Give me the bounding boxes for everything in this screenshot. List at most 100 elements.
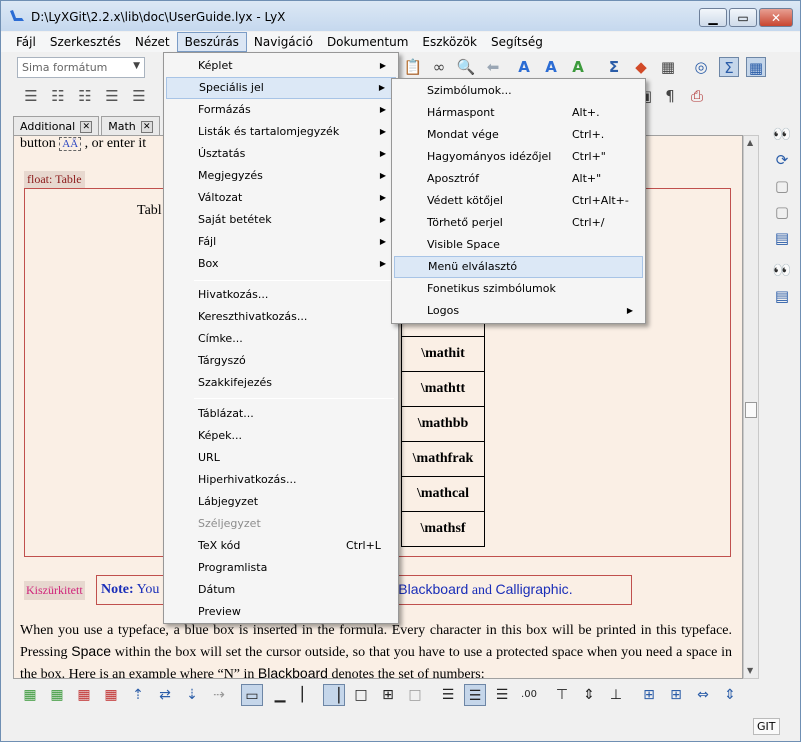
menu-item-preview[interactable]: Preview [166,601,396,623]
menu-help[interactable]: Segítség [484,32,550,52]
border-all-icon[interactable]: ⊞ [377,684,399,706]
menu-item-table[interactable]: Táblázat... [166,403,396,425]
menu-item-index[interactable]: Tárgyszó [166,350,396,372]
menu-item-glossary[interactable]: Szakkifejezés [166,372,396,394]
menu-item-menu-separator[interactable]: Menü elválasztó [394,256,643,278]
minimize-button[interactable]: ▁ [699,8,727,27]
shapes-icon[interactable]: ◆ [631,57,651,77]
menu-navigate[interactable]: Navigáció [247,32,320,52]
menu-item-breakable-slash[interactable]: Törhető perjel Ctrl+/ [394,212,643,234]
menu-item-file[interactable]: Fájl ▶ [166,231,396,253]
border-left-icon[interactable]: ▏ [296,684,318,706]
menu-item-citation[interactable]: Hivatkozás... [166,284,396,306]
greyedout-label[interactable]: Kiszürkitett [24,581,85,600]
menu-item-end-of-sentence[interactable]: Mondat vége Ctrl+. [394,124,643,146]
menu-item-custom-insets[interactable]: Saját betétek ▶ [166,209,396,231]
text-style-icon[interactable]: A [514,57,534,77]
border-none-icon[interactable]: □ [404,684,426,706]
search-icon[interactable]: 🔍 [456,57,476,77]
menu-item-date[interactable]: Dátum [166,579,396,601]
paragraph-icon[interactable]: ¶ [660,86,680,106]
align-right-icon[interactable]: ☰ [491,684,513,706]
refresh-icon[interactable]: ⟳ [771,151,793,171]
menu-item-label-item[interactable]: Címke... [166,328,396,350]
menu-item-ellipsis[interactable]: Hármaspont Alt+. [394,102,643,124]
border-outer-icon[interactable]: □ [350,684,372,706]
table-panel-icon[interactable]: ▦ [746,57,766,77]
move-swap-icon[interactable]: ⇄ [154,684,176,706]
menu-item-cross-reference[interactable]: Kereszthivatkozás... [166,306,396,328]
close-button[interactable]: ✕ [759,8,793,27]
add-row-icon[interactable]: ▦ [19,684,41,706]
menu-item-tex-code[interactable]: TeX kód Ctrl+L [166,535,396,557]
menu-item-protected-hyphen[interactable]: Védett kötőjel Ctrl+Alt+- [394,190,643,212]
pdf-icon[interactable]: ⎙ [687,86,707,106]
multicolumn-2-icon[interactable]: ⇕ [719,684,741,706]
text-style-2-icon[interactable]: A [541,57,561,77]
valign-bottom-icon[interactable]: ⊥ [605,684,627,706]
menu-item-lists-toc[interactable]: Listák és tartalomjegyzék ▶ [166,121,396,143]
menu-insert[interactable]: Beszúrás [176,32,247,52]
tab-additional[interactable]: Additional ✕ [13,116,100,136]
folder-2-icon[interactable]: ▢ [771,203,793,223]
document-2-icon[interactable]: ▤ [771,287,793,307]
align-center-icon[interactable]: ☰ [464,684,486,706]
menu-item-formula[interactable]: Képlet ▶ [166,55,396,77]
math-panel-icon[interactable]: Σ [719,57,739,77]
menu-item-branch[interactable]: Változat ▶ [166,187,396,209]
maximize-button[interactable]: ▭ [729,8,757,27]
delete-column-icon[interactable]: ▦ [100,684,122,706]
menu-item-hyperlink[interactable]: Hiperhivatkozás... [166,469,396,491]
move-up-icon[interactable]: ⇡ [127,684,149,706]
scroll-down-icon[interactable]: ▼ [747,666,753,675]
paste-icon[interactable]: 📋 [403,57,423,77]
menu-item-graphics[interactable]: Képek... [166,425,396,447]
description-list-icon[interactable]: ☰ [102,86,122,106]
add-column-icon[interactable]: ▦ [46,684,68,706]
numbered-list-icon[interactable]: ☷ [48,86,68,106]
menu-item-visible-space[interactable]: Visible Space [394,234,643,256]
table-icon[interactable]: ▦ [658,57,678,77]
text-style-3-icon[interactable]: A [568,57,588,77]
indent-icon[interactable]: ☰ [129,86,149,106]
menu-item-apostrophe[interactable]: Aposztróf Alt+" [394,168,643,190]
scroll-up-icon[interactable]: ▲ [747,138,753,147]
menu-view[interactable]: Nézet [128,32,177,52]
float-table-label[interactable]: float: Table [24,171,85,188]
menu-item-box[interactable]: Box ▶ [166,253,396,275]
delete-row-icon[interactable]: ▦ [73,684,95,706]
folder-icon[interactable]: ▢ [771,177,793,197]
menu-item-formatting[interactable]: Formázás ▶ [166,99,396,121]
menu-item-footnote[interactable]: Lábjegyzet [166,491,396,513]
multirow-icon[interactable]: ⊞ [638,684,660,706]
eyes-icon[interactable]: 👀 [771,125,793,145]
git-status-badge[interactable]: GIT [753,718,780,735]
menu-edit[interactable]: Szerkesztés [43,32,128,52]
multicolumn-icon[interactable]: ⇔ [692,684,714,706]
decimal-align-icon[interactable]: .00 [518,684,540,706]
layout-combo[interactable]: Sima formátum ▼ [17,57,145,78]
eyes-2-icon[interactable]: 👀 [771,261,793,281]
sum-icon[interactable]: Σ [604,57,624,77]
menu-file[interactable]: Fájl [9,32,43,52]
move-right-icon[interactable]: ⇢ [208,684,230,706]
close-icon[interactable]: ✕ [80,120,93,133]
document-icon[interactable]: ▤ [771,229,793,249]
compass-icon[interactable]: ◎ [691,57,711,77]
menu-item-phonetic-symbols[interactable]: Fonetikus szimbólumok [394,278,643,300]
border-top-icon[interactable]: ▭ [241,684,263,706]
align-left-icon[interactable]: ☰ [437,684,459,706]
menu-item-program-listing[interactable]: Programlista [166,557,396,579]
close-icon[interactable]: ✕ [140,120,153,133]
move-down-icon[interactable]: ⇣ [181,684,203,706]
menu-item-special-character[interactable]: Speciális jel ▶ [166,77,396,99]
menu-document[interactable]: Dokumentum [320,32,415,52]
menu-item-symbols[interactable]: Szimbólumok... [394,80,643,102]
multirow-2-icon[interactable]: ⊞ [665,684,687,706]
menu-item-url[interactable]: URL [166,447,396,469]
vertical-scrollbar[interactable]: ▲ ▼ [743,135,759,679]
back-arrow-icon[interactable]: ⬅ [483,57,503,77]
tab-math[interactable]: Math ✕ [101,116,160,136]
menu-tools[interactable]: Eszközök [415,32,484,52]
border-bottom-icon[interactable]: ▁ [269,684,291,706]
